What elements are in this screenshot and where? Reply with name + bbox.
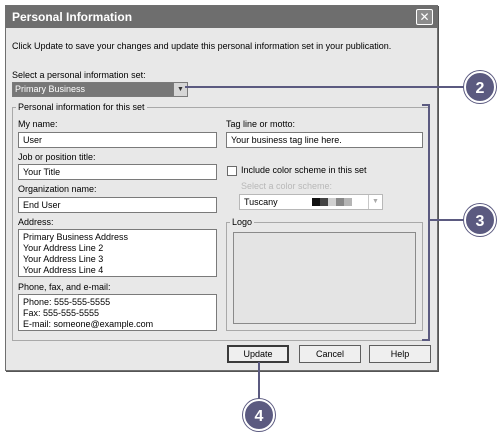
set-selector-dropdown[interactable]: Primary Business ▼ [12,82,188,97]
logo-group-legend: Logo [230,217,255,227]
instruction-text: Click Update to save your changes and up… [12,41,392,51]
callout-4-line [258,362,260,400]
tagline-label: Tag line or motto: [226,119,296,129]
callout-3-line [428,219,466,221]
job-field[interactable]: Your Title [18,164,217,180]
callout-3-bracket-top [422,104,430,106]
phone-label: Phone, fax, and e-mail: [18,282,111,292]
address-line: Your Address Line 3 [23,254,104,264]
logo-image-area[interactable] [233,232,416,324]
phone-line: Phone: 555-555-5555 [23,297,111,307]
address-line: Your Address Line 2 [23,243,104,253]
color-swatch [312,198,320,206]
color-scheme-dropdown[interactable]: Tuscany ▼ [239,194,383,210]
fax-line: Fax: 555-555-5555 [23,308,100,318]
address-line: Primary Business Address [23,232,129,242]
dialog-title: Personal Information [6,6,437,28]
close-icon[interactable]: ✕ [419,10,429,24]
email-line: E-mail: someone@example.com [23,319,154,329]
tagline-field[interactable]: Your business tag line here. [226,132,423,148]
address-line: Your Address Line 4 [23,265,104,275]
callout-2-line [185,86,465,88]
color-scheme-label: Select a color scheme: [241,181,333,191]
color-swatch [320,198,328,206]
callout-2-badge: 2 [464,71,496,103]
set-selector-label: Select a personal information set: [12,70,146,80]
address-field[interactable]: Primary Business Address Your Address Li… [18,229,217,277]
address-label: Address: [18,217,54,227]
callout-3-bracket-bottom [422,339,430,341]
color-scheme-checkbox[interactable] [227,166,237,176]
name-field[interactable]: User [18,132,217,148]
callout-3-badge: 3 [464,204,496,236]
chevron-down-icon[interactable]: ▼ [368,195,382,209]
color-swatch [336,198,344,206]
color-swatch [344,198,352,206]
color-swatch [328,198,336,206]
chevron-down-icon[interactable]: ▼ [173,83,187,96]
name-label: My name: [18,119,58,129]
phone-fax-email-field[interactable]: Phone: 555-555-5555 Fax: 555-555-5555 E-… [18,294,217,331]
color-scheme-value: Tuscany [244,197,278,207]
personal-info-group-legend: Personal information for this set [16,102,147,112]
update-button[interactable]: Update [227,345,289,363]
job-label: Job or position title: [18,152,96,162]
set-selector-value: Primary Business [15,84,86,94]
callout-4-badge: 4 [243,399,275,431]
personal-information-dialog: Personal Information ✕ Click Update to s… [5,5,438,371]
organization-label: Organization name: [18,184,97,194]
close-button[interactable]: ✕ [416,9,433,25]
cancel-button[interactable]: Cancel [299,345,361,363]
help-button[interactable]: Help [369,345,431,363]
color-scheme-checkbox-label: Include color scheme in this set [241,165,367,175]
organization-field[interactable]: End User [18,197,217,213]
callout-3-bracket [428,104,430,341]
